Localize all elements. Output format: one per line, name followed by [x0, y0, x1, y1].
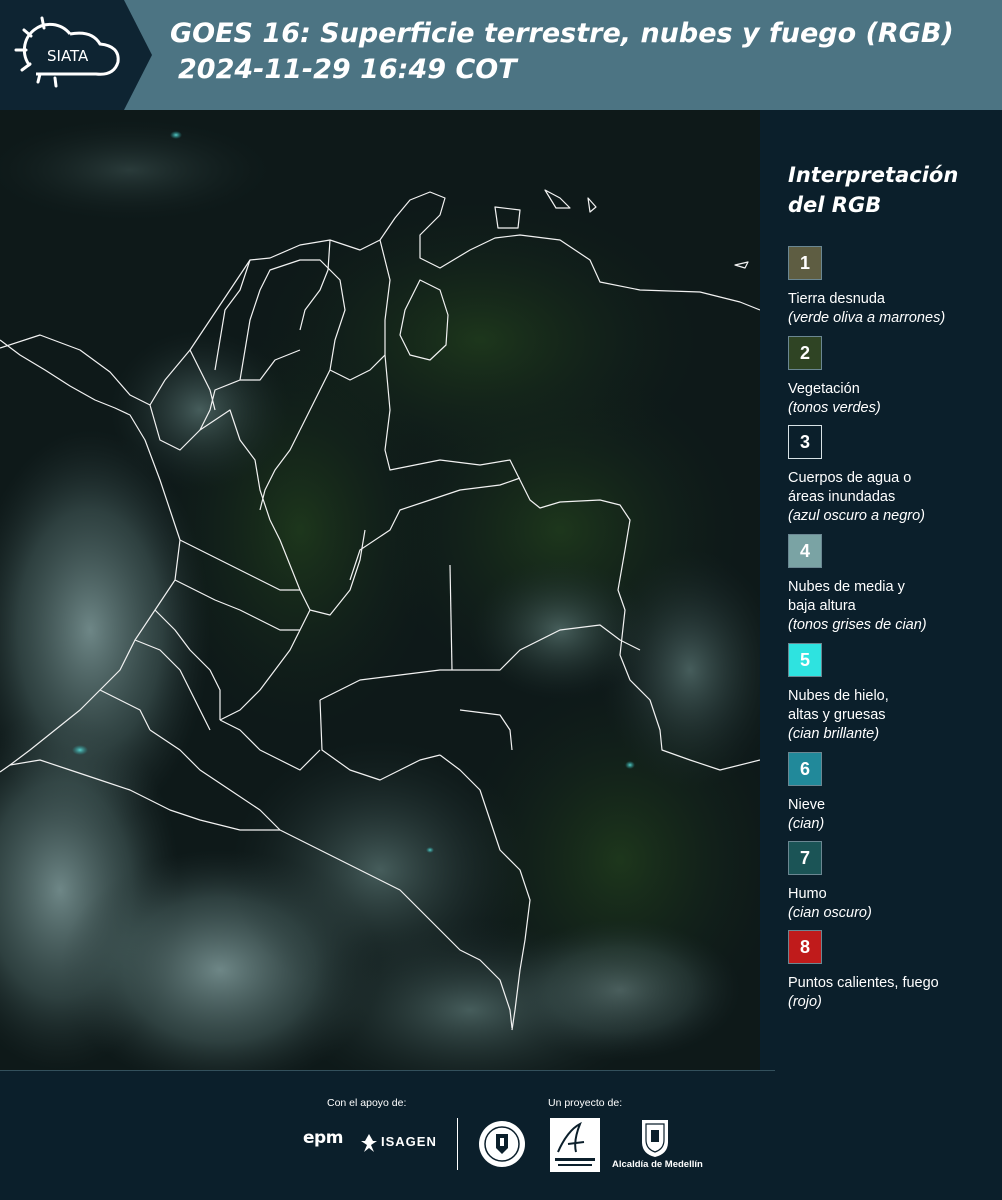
legend-swatch-1: 1 [788, 246, 822, 280]
legend-item-desc: (cian) [788, 816, 825, 832]
legend-item-cuerpos-de-agua: 3 Cuerpos de agua o áreas inundadas (azu… [788, 425, 998, 526]
rgb-satellite-image [0, 110, 760, 1070]
satellite-map[interactable] [0, 110, 760, 1070]
legend-item-puntos-calientes: 8 Puntos calientes, fuego (rojo) [788, 930, 998, 1012]
legend-item-name: Puntos calientes, fuego [788, 975, 939, 991]
legend-swatch-4: 4 [788, 534, 822, 568]
legend-item-vegetacion: 2 Vegetación (tonos verdes) [788, 336, 998, 418]
page-title: GOES 16: Superficie terrestre, nubes y f… [170, 16, 990, 88]
legend-number: 3 [799, 431, 810, 452]
legend-item-name: Vegetación [788, 381, 860, 397]
isagen-logo: ISAGEN [381, 1134, 437, 1149]
legend-swatch-7: 7 [788, 841, 822, 875]
legend-number: 1 [799, 252, 810, 273]
legend-item-desc: (verde oliva a marrones) [788, 310, 946, 326]
legend-item-desc: (rojo) [788, 994, 822, 1010]
legend-swatch-2: 2 [788, 336, 822, 370]
legend-number: 5 [799, 649, 810, 670]
area-metropolitana-logo-icon [550, 1118, 600, 1172]
legend-item-tierra-desnuda: 1 Tierra desnuda (verde oliva a marrones… [788, 246, 998, 328]
legend-item-name: Cuerpos de agua o áreas inundadas [788, 470, 912, 505]
legend-number: 8 [799, 936, 810, 957]
legend-item-nubes-hielo: 5 Nubes de hielo, altas y gruesas (cian … [788, 643, 998, 744]
svg-text:SIATA: SIATA [47, 47, 89, 65]
siata-logo: SIATA [0, 0, 152, 110]
legend-number: 7 [799, 847, 810, 868]
legend-item-name: Nieve [788, 797, 826, 813]
legend-item-desc: (cian brillante) [788, 726, 880, 742]
legend-swatch-3: 3 [788, 425, 822, 459]
support-label: Con el apoyo de: [327, 1097, 407, 1109]
legend-item-nieve: 6 Nieve (cian) [788, 752, 998, 834]
alcaldia-logo-text: Alcaldía de Medellín [612, 1159, 703, 1170]
legend-item-name: Nubes de hielo, altas y gruesas [788, 688, 889, 723]
legend-title: Interpretación del RGB [788, 163, 959, 217]
epm-logo: epm [303, 1128, 343, 1148]
header-bar: SIATA GOES 16: Superficie terrestre, nub… [0, 0, 1002, 110]
footer-vertical-divider [457, 1118, 458, 1170]
alcaldia-shield-icon [642, 1120, 668, 1157]
legend-item-desc: (tonos verdes) [788, 400, 881, 416]
legend-number: 4 [799, 540, 810, 561]
legend-swatch-8: 8 [788, 930, 822, 964]
legend-item-humo: 7 Humo (cian oscuro) [788, 841, 998, 923]
isagen-logo-icon [361, 1134, 377, 1152]
title-line-2: 2024-11-29 16:49 COT [178, 54, 517, 85]
legend-swatch-5: 5 [788, 643, 822, 677]
footer-divider-line [0, 1070, 775, 1071]
rgb-legend: Interpretación del RGB 1 Tierra desnuda … [760, 110, 1002, 1070]
footer: Con el apoyo de: Un proyecto de: epm ISA… [0, 1070, 1002, 1200]
legend-item-name: Humo [788, 886, 827, 902]
project-label: Un proyecto de: [548, 1097, 623, 1109]
universidad-seal-icon [479, 1121, 525, 1167]
legend-item-name: Nubes de media y baja altura [788, 579, 905, 614]
legend-item-desc: (tonos grises de cian) [788, 617, 927, 633]
legend-number: 2 [799, 342, 810, 363]
legend-item-nubes-media-baja: 4 Nubes de media y baja altura (tonos gr… [788, 534, 998, 635]
legend-item-desc: (azul oscuro a negro) [788, 508, 926, 524]
legend-number: 6 [799, 758, 810, 779]
legend-swatch-6: 6 [788, 752, 822, 786]
title-line-1: GOES 16: Superficie terrestre, nubes y f… [170, 18, 954, 49]
legend-item-desc: (cian oscuro) [788, 905, 872, 921]
legend-item-name: Tierra desnuda [788, 291, 885, 307]
